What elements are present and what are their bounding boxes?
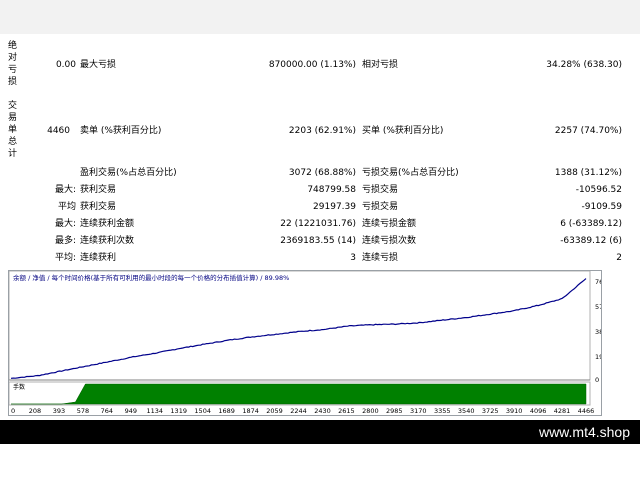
loss-trades-label: 亏损交易(%占总百分比) <box>362 168 459 178</box>
x-tick: 4466 <box>578 407 595 415</box>
profit-trades-value: 3072 (68.88%) <box>288 168 356 178</box>
loss-trades-value: 1388 (31.12%) <box>554 168 622 178</box>
y-tick: 57706412 <box>595 303 601 311</box>
detail-prefix: 最多: <box>54 236 76 246</box>
chart-svg: 余额 / 净值 / 每个时间价格(基于所有可利用的最小时段的每一个价格的分布插值… <box>8 270 628 415</box>
y-tick: 38470942 <box>595 328 601 336</box>
x-tick: 208 <box>29 407 41 415</box>
x-tick: 2244 <box>290 407 307 415</box>
abs-drawdown-value: 0.00 <box>55 60 76 70</box>
abs-drawdown-label: 绝对亏损 <box>8 41 18 87</box>
x-tick: 2800 <box>362 407 379 415</box>
detail-right-label: 连续亏损次数 <box>362 236 417 246</box>
detail-right-value: 6 (-63389.12) <box>560 219 622 229</box>
detail-right-label: 亏损交易 <box>362 185 399 195</box>
short-trades-label: 卖单 (%获利百分比) <box>80 126 162 136</box>
detail-right-value: -10596.52 <box>575 185 622 195</box>
chart-header: 余额 / 净值 / 每个时间价格(基于所有可利用的最小时段的每一个价格的分布插值… <box>13 273 289 282</box>
x-tick: 3540 <box>458 407 475 415</box>
lot-label: 手数 <box>13 383 25 391</box>
x-tick: 578 <box>77 407 89 415</box>
detail-right-value: -63389.12 (6) <box>560 236 622 246</box>
bottom-strip <box>0 444 640 480</box>
report-panel: 绝对亏损 交易单总计 0.00 最大亏损 870000.00 (1.13%) 相… <box>0 34 640 270</box>
detail-left-label: 连续获利金额 <box>80 219 135 229</box>
detail-left-label: 连续获利 <box>80 253 117 263</box>
detail-left-label: 获利交易 <box>80 185 117 195</box>
detail-right-value: 2 <box>616 253 622 263</box>
plot-frame <box>8 270 591 381</box>
detail-left-value: 748799.58 <box>307 185 356 195</box>
x-tick: 2985 <box>386 407 403 415</box>
x-tick: 1689 <box>218 407 235 415</box>
x-tick: 393 <box>53 407 65 415</box>
y-tick: 19235471 <box>595 353 601 361</box>
x-tick: 3170 <box>410 407 427 415</box>
detail-left-value: 2369183.55 (14) <box>280 236 356 246</box>
x-tick: 2615 <box>338 407 355 415</box>
balance-line <box>10 278 587 379</box>
profit-trades-label: 盈利交易(%占总百分比) <box>80 168 177 178</box>
site-watermark: www.mt4.shop <box>538 424 630 440</box>
x-tick: 0 <box>11 407 15 415</box>
x-tick: 3725 <box>482 407 499 415</box>
rel-drawdown-value: 34.28% (638.30) <box>546 60 622 70</box>
x-tick: 764 <box>101 407 113 415</box>
detail-left-label: 获利交易 <box>80 202 117 212</box>
x-tick: 3355 <box>434 407 451 415</box>
total-trades-value: 4460 <box>47 126 70 136</box>
y-tick: 76941683 <box>595 278 601 286</box>
x-axis-ticks: 0 208 393 578 764 949 1134 1319 1504 1689 1874 2059… <box>11 407 594 415</box>
detail-prefix: 最大: <box>54 219 76 229</box>
x-tick: 2059 <box>266 407 283 415</box>
detail-left-value: 29197.39 <box>313 202 356 212</box>
total-trades-label: 交易单总计 <box>8 101 18 159</box>
x-tick: 4096 <box>530 407 547 415</box>
detail-left-value: 3 <box>350 253 356 263</box>
short-trades-value: 2203 (62.91%) <box>288 126 356 136</box>
x-tick: 1134 <box>147 407 164 415</box>
detail-left-value: 22 (1221031.76) <box>280 219 356 229</box>
lot-area <box>11 383 587 405</box>
x-tick: 1504 <box>194 407 211 415</box>
x-tick: 2430 <box>314 407 331 415</box>
x-tick: 1874 <box>242 407 259 415</box>
long-trades-value: 2257 (74.70%) <box>554 126 622 136</box>
max-drawdown-label: 最大亏损 <box>80 60 117 70</box>
x-tick: 4281 <box>554 407 571 415</box>
detail-right-label: 连续亏损 <box>362 253 399 263</box>
footer-bar: www.mt4.shop <box>0 420 640 444</box>
detail-left-label: 连续获利次数 <box>80 236 135 246</box>
detail-prefix: 最大: <box>54 185 76 195</box>
detail-prefix: 平均 <box>57 202 76 212</box>
detail-right-value: -9109.59 <box>581 202 622 212</box>
x-tick: 1319 <box>170 407 187 415</box>
x-tick: 3910 <box>506 407 523 415</box>
long-trades-label: 买单 (%获利百分比) <box>362 126 444 136</box>
detail-right-label: 连续亏损金额 <box>362 219 417 229</box>
max-drawdown-value: 870000.00 (1.13%) <box>268 60 356 70</box>
top-strip <box>0 0 640 34</box>
balance-chart: 余额 / 净值 / 每个时间价格(基于所有可利用的最小时段的每一个价格的分布插值… <box>8 270 628 416</box>
detail-prefix: 平均: <box>54 253 76 263</box>
y-tick: 0 <box>595 376 599 384</box>
x-tick: 949 <box>125 407 137 415</box>
rel-drawdown-label: 相对亏损 <box>362 60 399 70</box>
detail-right-label: 亏损交易 <box>362 202 399 212</box>
